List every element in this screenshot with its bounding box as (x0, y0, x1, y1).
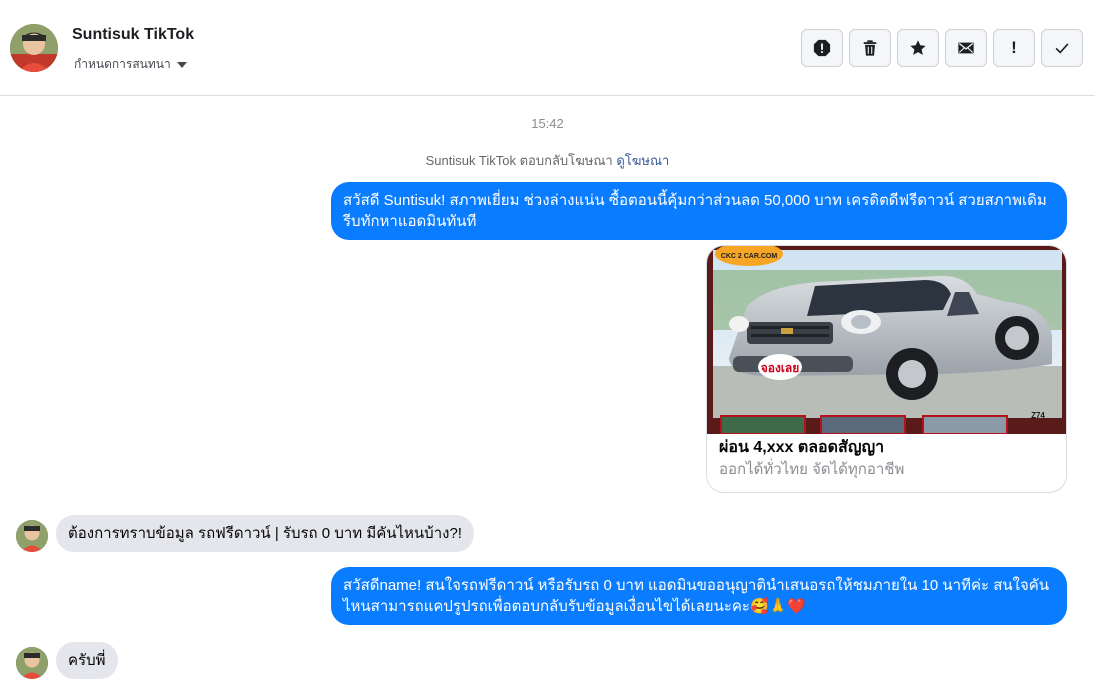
delete-button[interactable] (849, 29, 891, 67)
book-now-badge: จองเลย (761, 361, 800, 375)
ad-card[interactable]: CKC 2 CAR.COM จองเลย Z74 ผ่อน 4,xxx ตลอด… (706, 245, 1067, 493)
car-image: CKC 2 CAR.COM จองเลย Z74 (707, 246, 1066, 435)
header-actions: ! (801, 29, 1083, 67)
contact-name[interactable]: Suntisuk TikTok (72, 26, 194, 44)
outgoing-message[interactable]: สวัสดี Suntisuk! สภาพเยี่ยม ช่วงล่างแน่น… (331, 182, 1067, 240)
logo-text: CKC 2 CAR.COM (721, 253, 778, 260)
exclamation-icon: ! (1011, 38, 1017, 57)
envelope-icon (958, 42, 974, 54)
ad-reply-note: Suntisuk TikTok ตอบกลับโฆษณา ดูโฆษณา (0, 150, 1095, 171)
spam-icon (813, 39, 831, 57)
contact-avatar[interactable] (10, 24, 58, 72)
timestamp: 15:42 (531, 116, 564, 131)
caret-down-icon (176, 61, 187, 68)
assign-conversation-dropdown[interactable]: กำหนดการสนทนา (74, 55, 187, 74)
star-button[interactable] (897, 29, 939, 67)
view-ad-link[interactable]: ดูโฆษณา (616, 153, 669, 168)
trash-icon (863, 40, 877, 56)
incoming-message[interactable]: ต้องการทราบข้อมูล รถฟรีดาวน์ | รับรถ 0 บ… (56, 515, 474, 552)
star-icon (910, 40, 926, 55)
mark-unread-button[interactable] (945, 29, 987, 67)
mark-spam-button[interactable] (801, 29, 843, 67)
image-code: Z74 (1031, 411, 1045, 420)
ad-reply-text: Suntisuk TikTok ตอบกลับโฆษณา (425, 153, 613, 168)
follow-up-button[interactable]: ! (993, 29, 1035, 67)
card-subtitle: ออกได้ทั่วไทย จัดได้ทุกอาชีพ (719, 461, 905, 478)
outgoing-message[interactable]: สวัสดีname! สนใจรถฟรีดาวน์ หรือรับรถ 0 บ… (331, 567, 1067, 625)
check-icon (1055, 43, 1069, 54)
assign-label: กำหนดการสนทนา (74, 57, 171, 71)
sender-avatar[interactable] (16, 647, 48, 679)
incoming-message[interactable]: ครับพี่ (56, 642, 118, 679)
mark-done-button[interactable] (1041, 29, 1083, 67)
conversation-header: Suntisuk TikTok กำหนดการสนทนา ! (0, 0, 1095, 96)
message-thread: 15:42 Suntisuk TikTok ตอบกลับโฆษณา ดูโฆษ… (0, 97, 1095, 679)
sender-avatar[interactable] (16, 520, 48, 552)
